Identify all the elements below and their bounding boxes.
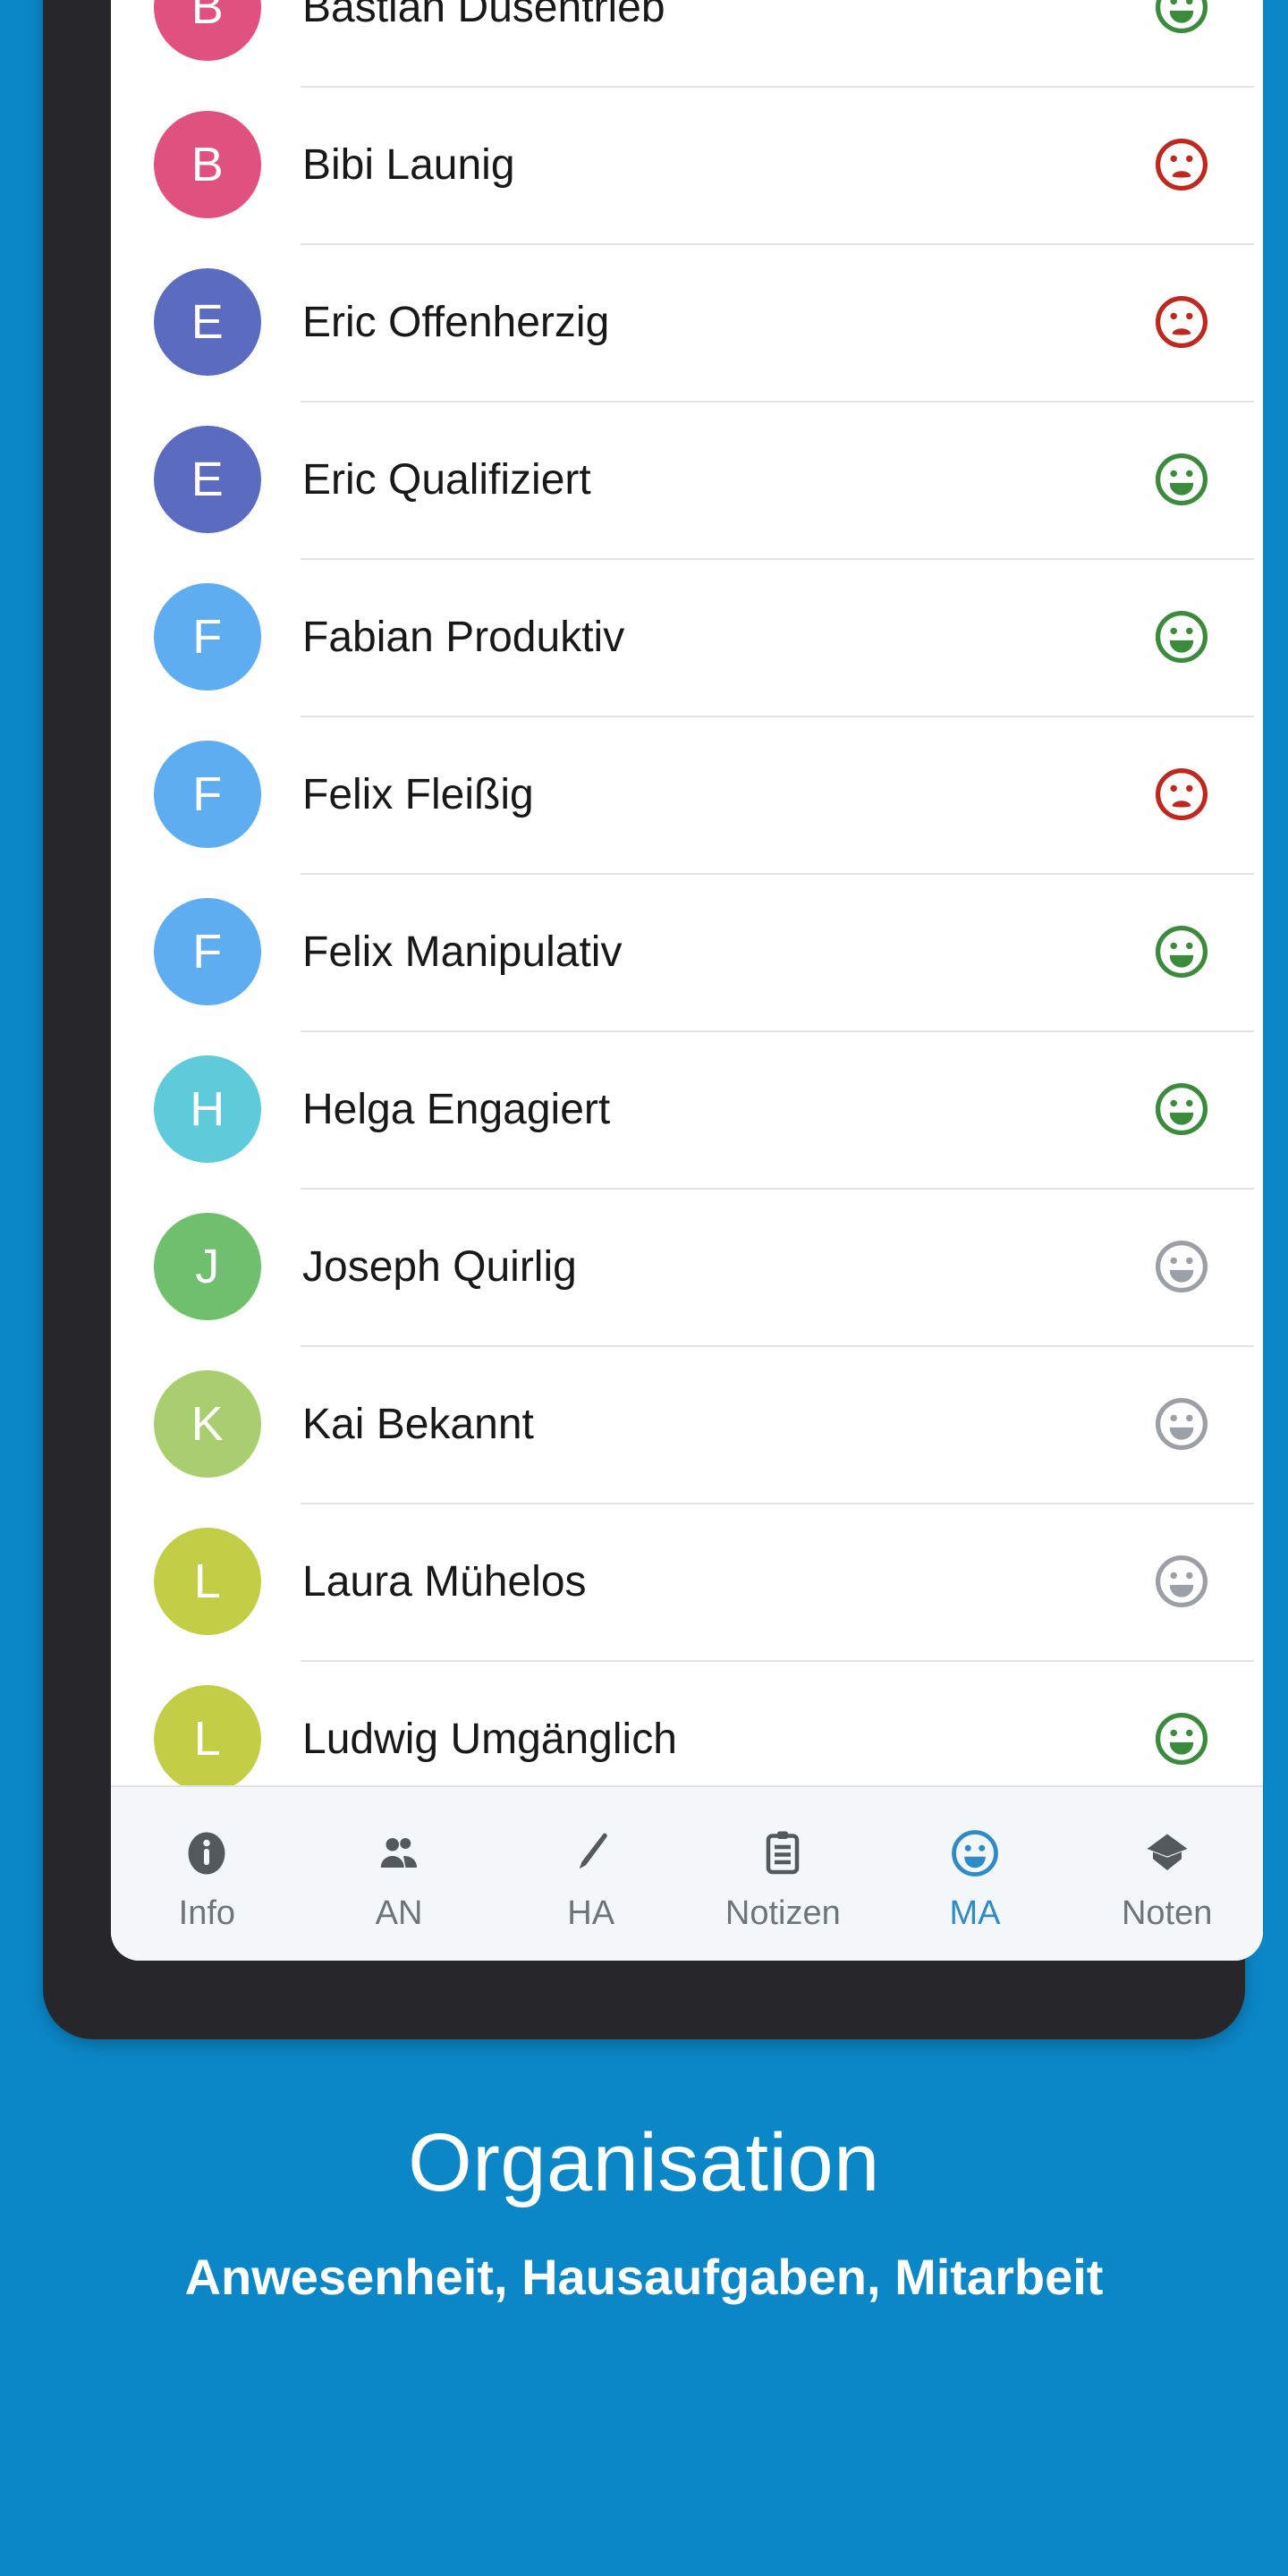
tab-label: Noten: [1121, 1894, 1213, 1932]
neutral-face-icon[interactable]: [1152, 1237, 1211, 1296]
avatar: H: [154, 1055, 261, 1163]
student-name: Fabian Produktiv: [302, 613, 625, 661]
tab-ha[interactable]: HA: [495, 1787, 687, 1961]
neutral-face-icon[interactable]: [1152, 1552, 1211, 1611]
table-row[interactable]: B Bibi Launig: [111, 86, 1263, 243]
table-row[interactable]: L Ludwig Umgänglich: [111, 1660, 1263, 1785]
happy-face-icon[interactable]: [1152, 0, 1211, 37]
table-row[interactable]: F Felix Manipulativ: [111, 873, 1263, 1030]
student-name: Helga Engagiert: [302, 1085, 611, 1133]
phone-screen: B Bastian Düsentrieb B Bibi Launig E Eric Off…: [111, 0, 1263, 1961]
tab-label: Info: [178, 1894, 236, 1932]
phone-frame: B Bastian Düsentrieb B Bibi Launig E Eric Off…: [43, 0, 1263, 2039]
sad-face-icon[interactable]: [1152, 765, 1211, 824]
app-root: B Bastian Düsentrieb B Bibi Launig E Eric Off…: [0, 0, 1288, 2576]
happy-face-icon[interactable]: [1152, 1080, 1211, 1139]
avatar: K: [154, 1370, 261, 1478]
table-row[interactable]: J Joseph Quirlig: [111, 1188, 1263, 1345]
tab-notizen[interactable]: Notizen: [687, 1787, 879, 1961]
student-name: Bibi Launig: [302, 140, 515, 189]
avatar: B: [154, 111, 261, 218]
caption-subtitle: Anwesenheit, Hausaufgaben, Mitarbeit: [184, 2248, 1104, 2305]
tab-an[interactable]: AN: [303, 1787, 496, 1961]
student-name: Eric Offenherzig: [302, 298, 610, 346]
happy-face-icon[interactable]: [1152, 450, 1211, 509]
avatar: F: [154, 898, 261, 1005]
tab-ma[interactable]: MA: [879, 1787, 1072, 1961]
avatar: B: [154, 0, 261, 61]
info-icon: [180, 1826, 233, 1880]
table-row[interactable]: L Laura Mühelos: [111, 1503, 1263, 1660]
student-name: Ludwig Umgänglich: [302, 1715, 677, 1763]
student-name: Kai Bekannt: [302, 1400, 534, 1448]
table-row[interactable]: E Eric Offenherzig: [111, 243, 1263, 401]
sad-face-icon[interactable]: [1152, 292, 1211, 352]
avatar: F: [154, 741, 261, 848]
happy-face-icon[interactable]: [1152, 1709, 1211, 1768]
table-row[interactable]: K Kai Bekannt: [111, 1345, 1263, 1503]
avatar: L: [154, 1685, 261, 1785]
student-name: Joseph Quirlig: [302, 1242, 577, 1291]
graduation-cap-icon: [1140, 1826, 1194, 1880]
tab-label: MA: [949, 1894, 1001, 1932]
pencil-icon: [564, 1826, 618, 1880]
table-row[interactable]: F Felix Fleißig: [111, 716, 1263, 873]
clipboard-icon: [756, 1826, 809, 1880]
student-name: Laura Mühelos: [302, 1557, 587, 1606]
smiley-icon: [948, 1826, 1002, 1880]
avatar: L: [154, 1528, 261, 1635]
avatar: F: [154, 583, 261, 691]
table-row[interactable]: B Bastian Düsentrieb: [111, 0, 1263, 86]
tab-noten[interactable]: Noten: [1071, 1787, 1263, 1961]
student-name: Felix Manipulativ: [302, 928, 623, 976]
happy-face-icon[interactable]: [1152, 607, 1211, 666]
caption-block: Organisation Anwesenheit, Hausaufgaben, …: [0, 2120, 1288, 2310]
tab-info[interactable]: Info: [111, 1787, 303, 1961]
tab-label: HA: [567, 1894, 615, 1932]
bottom-tab-bar[interactable]: Info AN HA Notizen MA Noten: [111, 1785, 1263, 1961]
student-name: Bastian Düsentrieb: [302, 0, 665, 31]
people-icon: [372, 1826, 426, 1880]
caption-title: Organisation: [408, 2117, 880, 2208]
sad-face-icon[interactable]: [1152, 135, 1211, 194]
student-name: Felix Fleißig: [302, 770, 534, 818]
table-row[interactable]: H Helga Engagiert: [111, 1030, 1263, 1188]
tab-label: Notizen: [724, 1894, 841, 1932]
avatar: E: [154, 268, 261, 376]
table-row[interactable]: F Fabian Produktiv: [111, 558, 1263, 716]
table-row[interactable]: E Eric Qualifiziert: [111, 401, 1263, 558]
neutral-face-icon[interactable]: [1152, 1394, 1211, 1453]
tab-label: AN: [375, 1894, 423, 1932]
avatar: E: [154, 426, 261, 533]
student-list[interactable]: B Bastian Düsentrieb B Bibi Launig E Eric Off…: [111, 0, 1263, 1785]
happy-face-icon[interactable]: [1152, 922, 1211, 981]
avatar: J: [154, 1213, 261, 1320]
student-name: Eric Qualifiziert: [302, 455, 591, 504]
